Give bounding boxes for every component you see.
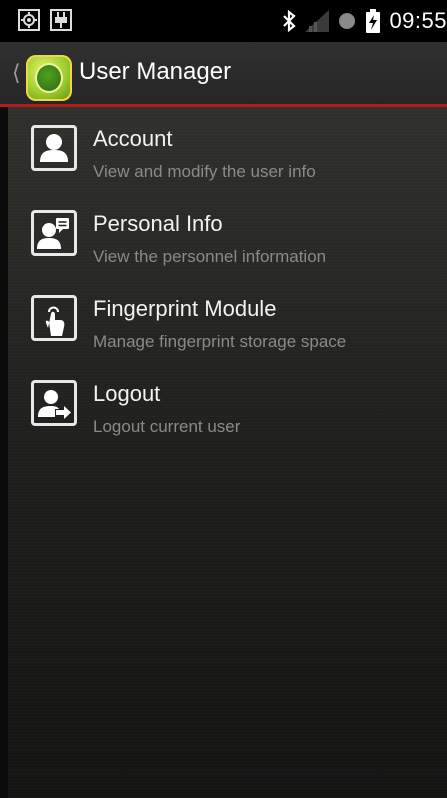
menu-list: Account View and modify the user info Pe… bbox=[8, 107, 447, 798]
fingerprint-icon bbox=[31, 295, 77, 341]
item-title: Logout bbox=[93, 381, 161, 406]
battery-icon bbox=[365, 9, 381, 33]
item-title: Personal Info bbox=[93, 211, 223, 236]
item-subtitle: View the personnel information bbox=[93, 247, 327, 266]
status-right-icons: 09:55 bbox=[281, 8, 447, 34]
app-logo-icon[interactable] bbox=[26, 55, 72, 101]
user-icon bbox=[31, 125, 77, 171]
sync-icon bbox=[337, 11, 357, 31]
status-time: 09:55 bbox=[389, 8, 447, 33]
item-subtitle: Manage fingerprint storage space bbox=[93, 332, 347, 351]
list-item-logout[interactable]: Logout Logout current user bbox=[8, 362, 447, 446]
chevron-left-icon[interactable]: ⟨ bbox=[12, 60, 21, 86]
item-title: Account bbox=[93, 126, 173, 151]
screen: 09:55 ⟨ User Manager Account View and mo… bbox=[0, 0, 447, 798]
page-title: User Manager bbox=[79, 58, 232, 85]
logout-icon bbox=[31, 380, 77, 426]
status-bar: 09:55 bbox=[0, 0, 447, 42]
status-left-icons bbox=[18, 9, 72, 31]
list-item-personal-info[interactable]: Personal Info View the personnel informa… bbox=[8, 192, 447, 276]
item-subtitle: View and modify the user info bbox=[93, 162, 316, 181]
item-subtitle: Logout current user bbox=[93, 417, 241, 436]
bluetooth-icon bbox=[281, 9, 297, 33]
signal-icon bbox=[305, 10, 330, 32]
list-item-fingerprint-module[interactable]: Fingerprint Module Manage fingerprint st… bbox=[8, 277, 447, 361]
list-item-account[interactable]: Account View and modify the user info bbox=[8, 107, 447, 191]
usb-icon bbox=[50, 9, 72, 31]
location-icon bbox=[18, 9, 40, 31]
item-title: Fingerprint Module bbox=[93, 296, 277, 321]
personnel-icon bbox=[31, 210, 77, 256]
